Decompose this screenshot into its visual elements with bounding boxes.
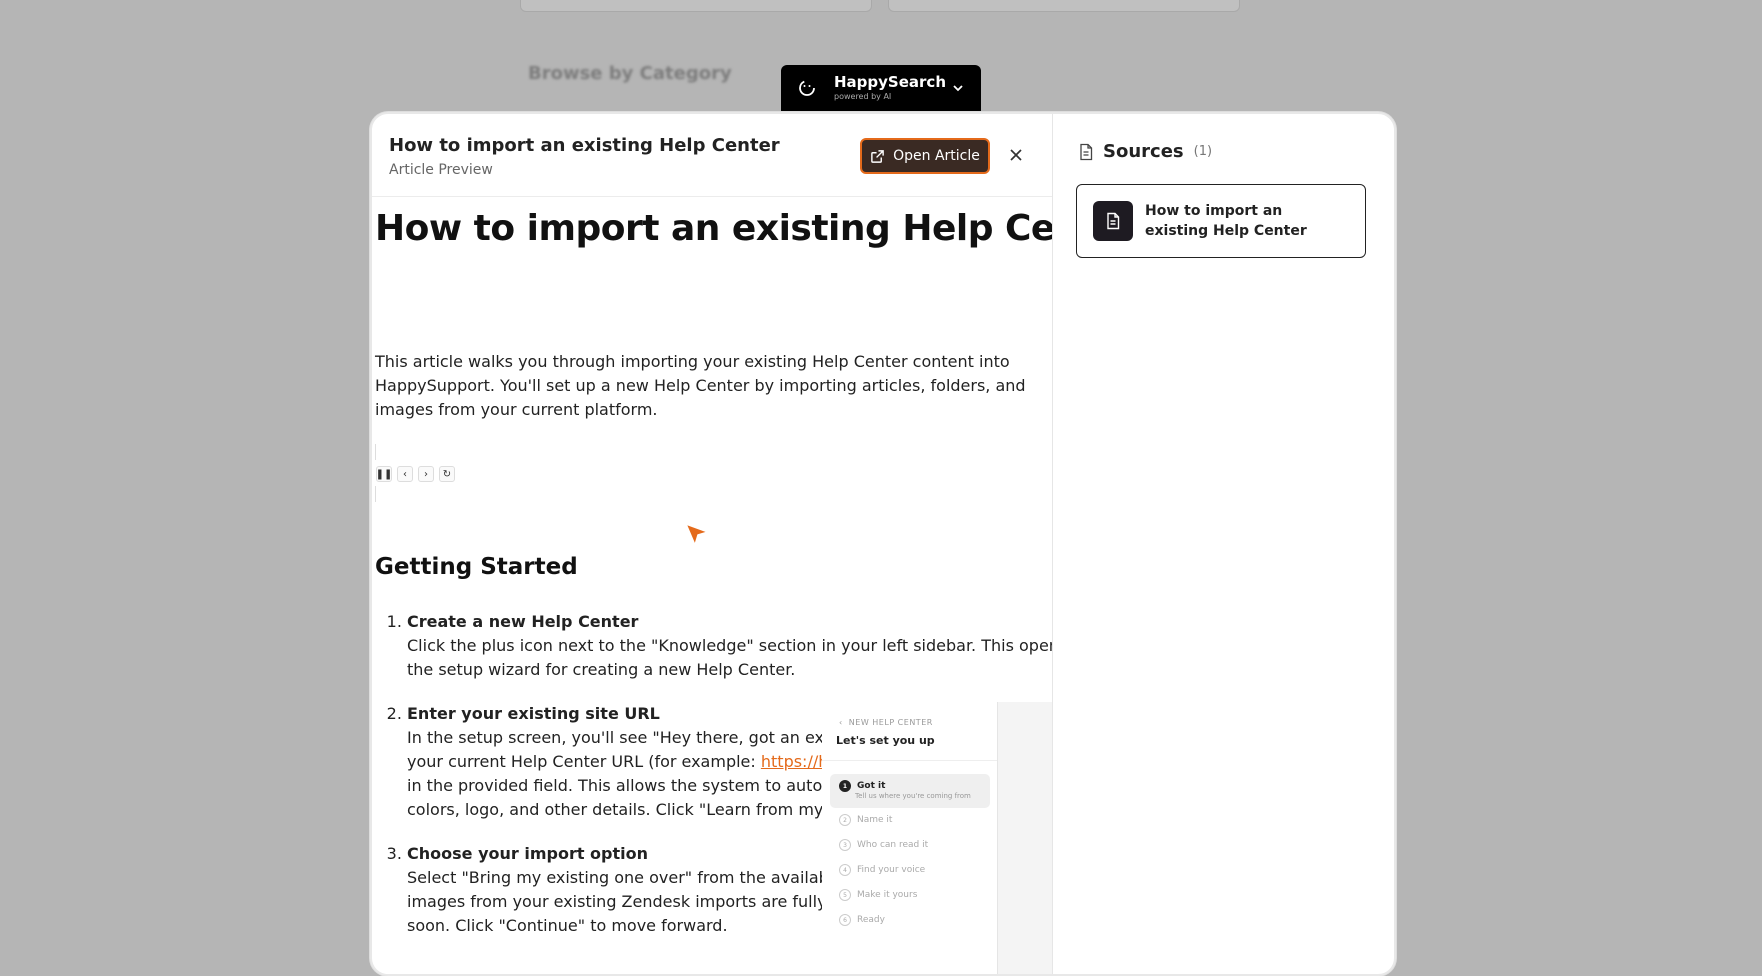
preview-title: How to import an existing Help Center bbox=[389, 135, 780, 156]
external-link-icon bbox=[871, 149, 884, 163]
chevron-left-icon[interactable]: ‹ bbox=[397, 466, 413, 482]
section-heading: Getting Started bbox=[375, 554, 578, 580]
background-card bbox=[520, 0, 872, 12]
article-preview-modal: How to import an existing Help Center Ar… bbox=[370, 112, 1396, 976]
source-card[interactable]: How to import an existing Help Center bbox=[1076, 184, 1366, 258]
source-icon-box bbox=[1093, 201, 1133, 241]
article-heading: How to import an existing Help Center bbox=[375, 208, 1053, 249]
setup-step: 5 Make it yours bbox=[839, 889, 917, 901]
happysearch-widget-toggle[interactable]: HappySearch powered by AI bbox=[781, 65, 981, 111]
widget-name: HappySearch bbox=[834, 73, 946, 91]
article-preview-pane: How to import an existing Help Center Ar… bbox=[372, 114, 1053, 974]
setup-step: 6 Ready bbox=[839, 914, 885, 926]
replay-icon[interactable]: ↻ bbox=[439, 466, 455, 482]
sources-title: Sources bbox=[1103, 141, 1184, 162]
back-label: ‹ NEW HELP CENTER bbox=[839, 718, 933, 727]
media-frame-edge bbox=[375, 486, 386, 502]
open-article-button[interactable]: Open Article bbox=[860, 138, 990, 174]
setup-step: 1 Got it bbox=[839, 780, 885, 792]
setup-panel: ‹ NEW HELP CENTER Let's set you up 1 Got … bbox=[822, 702, 998, 974]
preview-subtitle: Article Preview bbox=[389, 162, 493, 178]
widget-tagline: powered by AI bbox=[834, 92, 892, 101]
document-icon bbox=[1107, 212, 1120, 230]
media-controls: ❚❚ ‹ › ↻ bbox=[376, 466, 455, 482]
step-title: Create a new Help Center bbox=[407, 612, 639, 631]
setup-step: 4 Find your voice bbox=[839, 864, 925, 876]
document-icon bbox=[1080, 143, 1093, 160]
sources-header: Sources (1) bbox=[1077, 141, 1212, 162]
sources-count: (1) bbox=[1193, 144, 1213, 159]
source-label: How to import an existing Help Center bbox=[1145, 203, 1307, 239]
cursor-icon bbox=[685, 523, 709, 546]
setup-title: Let's set you up bbox=[836, 734, 935, 747]
preview-header: How to import an existing Help Center Ar… bbox=[372, 114, 1052, 197]
chevron-down-icon[interactable] bbox=[951, 81, 965, 95]
list-item: Create a new Help Center Click the plus … bbox=[407, 610, 1053, 682]
embedded-screenshot: ‹ NEW HELP CENTER Let's set you up 1 Got … bbox=[822, 702, 1052, 974]
open-article-label: Open Article bbox=[893, 148, 980, 164]
smile-logo-icon bbox=[799, 80, 815, 96]
chevron-right-icon[interactable]: › bbox=[418, 466, 434, 482]
pause-icon[interactable]: ❚❚ bbox=[376, 466, 392, 482]
step-body: Click the plus icon next to the "Knowled… bbox=[407, 636, 1053, 679]
setup-step: 2 Name it bbox=[839, 814, 892, 826]
setup-step-hint: Tell us where you're coming from bbox=[855, 792, 971, 800]
background-card bbox=[888, 0, 1240, 12]
setup-step: 3 Who can read it bbox=[839, 839, 928, 851]
sources-pane: Sources (1) How to import an existing He… bbox=[1053, 114, 1394, 974]
close-icon[interactable] bbox=[1007, 146, 1025, 164]
media-frame-edge bbox=[375, 444, 386, 460]
background-heading: Browse by Category bbox=[528, 63, 732, 84]
article-intro: This article walks you through importing… bbox=[375, 352, 1026, 419]
